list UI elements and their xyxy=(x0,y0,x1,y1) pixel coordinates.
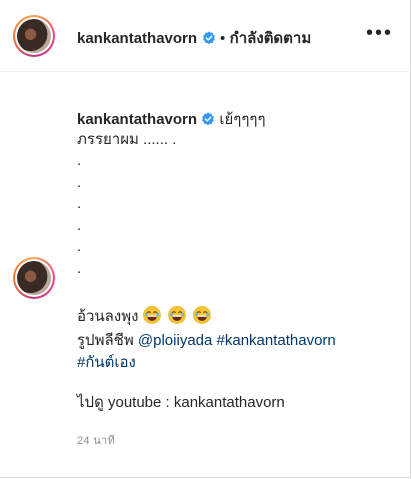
verified-badge-icon xyxy=(202,112,215,126)
caption-dot: . xyxy=(77,195,82,212)
header-username[interactable]: kankantathavorn xyxy=(77,30,197,47)
hashtag-link[interactable]: #kankantathavorn xyxy=(217,332,336,349)
laughing-emoji-icon xyxy=(167,306,186,324)
caption-dot: . xyxy=(77,173,82,191)
verified-badge-icon xyxy=(202,31,215,45)
more-options-icon[interactable]: ••• xyxy=(366,22,393,45)
header-avatar[interactable] xyxy=(13,15,55,57)
comment-body: อ้วนลงพุง รูปพลีชีพ @ploiiyada #kankanta… xyxy=(77,306,397,449)
mention-link[interactable]: @ploiiyada xyxy=(138,332,212,349)
comment-youtube-line: ไปดู youtube : kankantathavorn xyxy=(77,394,285,411)
laughing-emoji-icon xyxy=(142,306,161,324)
header-separator: • xyxy=(219,30,226,47)
post-header: kankantathavorn • กำลังติดตาม ••• xyxy=(0,0,411,72)
comment-avatar[interactable] xyxy=(13,257,55,299)
caption-dot: . xyxy=(77,259,82,277)
caption-dot: . xyxy=(77,216,82,234)
caption-dot: . xyxy=(77,238,82,255)
following-button[interactable]: กำลังติดตาม xyxy=(230,30,312,47)
caption-username[interactable]: kankantathavorn xyxy=(77,111,197,128)
laughing-emoji-icon xyxy=(193,306,211,324)
post-panel: kankantathavorn • กำลังติดตาม ••• kankan… xyxy=(0,0,411,478)
caption-dot: . xyxy=(77,152,82,169)
comment-line: อ้วนลงพุง xyxy=(77,308,139,325)
comment-timestamp[interactable]: 24 นาที xyxy=(77,431,397,449)
hashtag-link[interactable]: #กันต์เอง xyxy=(77,354,136,371)
comment-text: รูปพลีชีพ xyxy=(77,332,134,349)
post-caption: kankantathavorn เย้ๆๆๆๆ ภรรยาผม ...... .… xyxy=(77,110,397,279)
caption-text: เย้ๆๆๆๆ xyxy=(219,111,266,128)
caption-dots: . . . . . . xyxy=(77,150,397,279)
caption-line: ภรรยาผม ...... . xyxy=(77,131,177,148)
